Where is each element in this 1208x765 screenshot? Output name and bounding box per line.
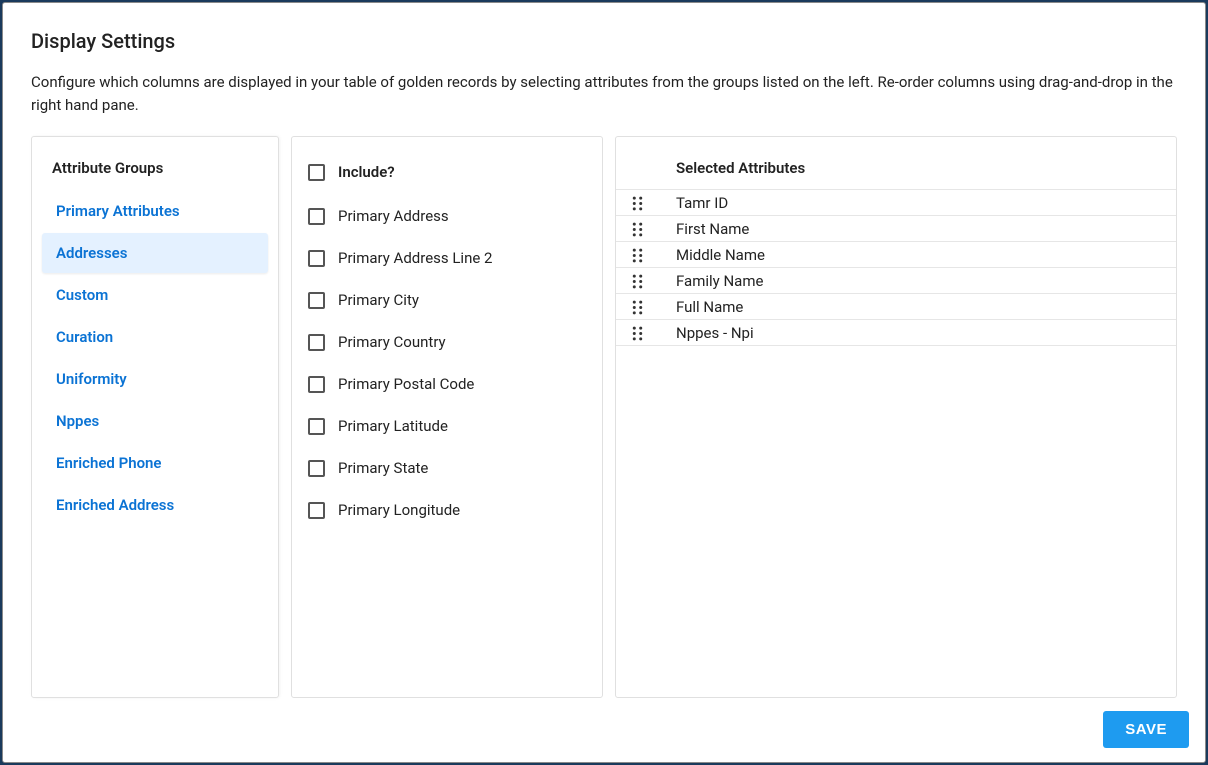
selected-attribute-label: Family Name	[676, 272, 763, 290]
selected-header: Selected Attributes	[616, 159, 1176, 189]
drag-handle-icon[interactable]	[632, 326, 646, 340]
group-item[interactable]: Enriched Phone	[42, 443, 268, 483]
include-title: Include?	[338, 163, 395, 181]
attribute-groups-title: Attribute Groups	[40, 159, 270, 191]
selected-attribute-item[interactable]: Nppes - Npi	[616, 320, 1176, 346]
modal-header: Display Settings Configure which columns…	[3, 3, 1205, 128]
group-item[interactable]: Primary Attributes	[42, 191, 268, 231]
include-attribute-label: Primary Postal Code	[338, 375, 474, 393]
group-item[interactable]: Custom	[42, 275, 268, 315]
modal-body: Attribute Groups Primary AttributesAddre…	[3, 128, 1205, 691]
include-header: Include?	[292, 155, 602, 195]
selected-attributes-panel: Selected Attributes Tamr ID First Name M…	[615, 136, 1177, 698]
group-item[interactable]: Curation	[42, 317, 268, 357]
include-attribute-list: Primary Address Primary Address Line 2 Pri…	[292, 195, 602, 531]
modal-description: Configure which columns are displayed in…	[31, 71, 1177, 116]
include-all-checkbox[interactable]	[308, 164, 325, 181]
include-attribute-item: Primary Postal Code	[308, 363, 586, 405]
save-button[interactable]: SAVE	[1103, 711, 1189, 748]
selected-attribute-label: First Name	[676, 220, 749, 238]
include-panel: Include? Primary Address Primary Address …	[291, 136, 603, 698]
group-item[interactable]: Addresses	[42, 233, 268, 273]
include-attribute-label: Primary Address	[338, 207, 449, 225]
include-checkbox[interactable]	[308, 292, 325, 309]
include-attribute-label: Primary State	[338, 459, 428, 477]
include-attribute-label: Primary Country	[338, 333, 446, 351]
attribute-groups-panel: Attribute Groups Primary AttributesAddre…	[31, 136, 279, 698]
selected-attribute-label: Tamr ID	[676, 194, 728, 212]
include-attribute-item: Primary Address Line 2	[308, 237, 586, 279]
selected-attribute-item[interactable]: Middle Name	[616, 242, 1176, 268]
include-attribute-item: Primary Address	[308, 195, 586, 237]
selected-attribute-item[interactable]: Tamr ID	[616, 190, 1176, 216]
include-attribute-item: Primary City	[308, 279, 586, 321]
selected-attribute-label: Full Name	[676, 298, 743, 316]
drag-handle-icon[interactable]	[632, 222, 646, 236]
include-checkbox[interactable]	[308, 376, 325, 393]
drag-handle-icon[interactable]	[632, 196, 646, 210]
include-attribute-item: Primary Country	[308, 321, 586, 363]
include-attribute-label: Primary Latitude	[338, 417, 448, 435]
selected-attribute-label: Nppes - Npi	[676, 324, 754, 342]
drag-handle-icon[interactable]	[632, 274, 646, 288]
include-checkbox[interactable]	[308, 502, 325, 519]
include-attribute-label: Primary City	[338, 291, 419, 309]
attribute-groups-list: Primary AttributesAddressesCustomCuratio…	[40, 191, 270, 527]
group-item[interactable]: Uniformity	[42, 359, 268, 399]
selected-attribute-label: Middle Name	[676, 246, 765, 264]
group-item[interactable]: Nppes	[42, 401, 268, 441]
selected-attribute-item[interactable]: Family Name	[616, 268, 1176, 294]
modal-footer: SAVE	[3, 691, 1205, 762]
display-settings-modal: Display Settings Configure which columns…	[2, 2, 1206, 763]
include-attribute-item: Primary State	[308, 447, 586, 489]
include-attribute-label: Primary Address Line 2	[338, 249, 492, 267]
selected-attribute-item[interactable]: Full Name	[616, 294, 1176, 320]
selected-attributes-title: Selected Attributes	[676, 159, 1176, 177]
modal-title: Display Settings	[31, 29, 1177, 53]
include-checkbox[interactable]	[308, 418, 325, 435]
group-item[interactable]: Enriched Address	[42, 485, 268, 525]
include-checkbox[interactable]	[308, 208, 325, 225]
include-checkbox[interactable]	[308, 460, 325, 477]
drag-handle-icon[interactable]	[632, 300, 646, 314]
include-checkbox[interactable]	[308, 334, 325, 351]
include-checkbox[interactable]	[308, 250, 325, 267]
include-attribute-item: Primary Latitude	[308, 405, 586, 447]
selected-attribute-item[interactable]: First Name	[616, 216, 1176, 242]
drag-handle-icon[interactable]	[632, 248, 646, 262]
selected-attributes-list: Tamr ID First Name Middle Name Family Na…	[616, 189, 1176, 346]
include-attribute-item: Primary Longitude	[308, 489, 586, 531]
include-attribute-label: Primary Longitude	[338, 501, 460, 519]
